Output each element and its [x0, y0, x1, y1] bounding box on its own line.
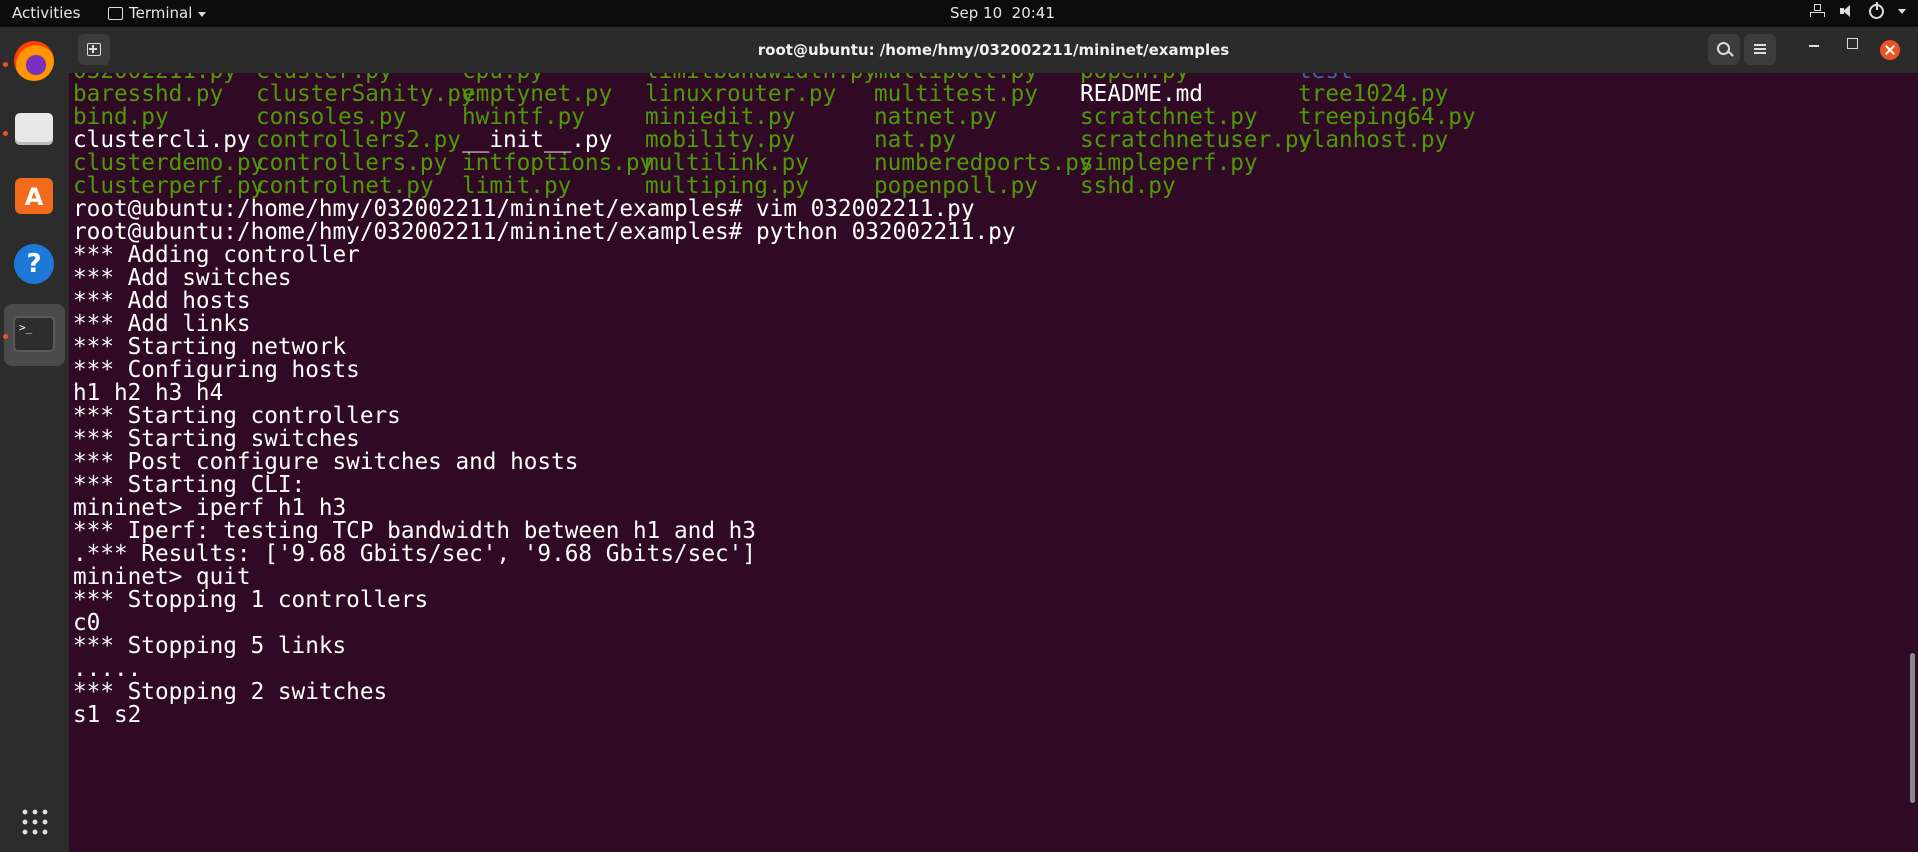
show-applications-button[interactable]	[10, 797, 58, 845]
dock: A ? >_	[0, 27, 69, 852]
running-indicator	[3, 334, 8, 339]
window-header[interactable]: root@ubuntu: /home/hmy/032002211/mininet…	[69, 27, 1918, 73]
dock-terminal[interactable]: >_	[10, 311, 58, 359]
search-icon	[1717, 42, 1730, 55]
firefox-icon	[14, 41, 54, 81]
dock-help[interactable]: ?	[10, 240, 58, 288]
minimize-button[interactable]	[1809, 45, 1819, 47]
new-tab-icon	[87, 43, 101, 56]
network-icon	[1809, 3, 1825, 19]
new-tab-button[interactable]	[78, 34, 110, 65]
chevron-down-icon	[198, 11, 207, 17]
search-button[interactable]	[1708, 34, 1740, 65]
running-indicator	[3, 62, 8, 67]
top-bar: Activities Terminal Sep 10 20:41	[0, 0, 1918, 27]
window-title: root@ubuntu: /home/hmy/032002211/mininet…	[757, 41, 1230, 59]
dock-software[interactable]: A	[10, 172, 58, 220]
running-indicator	[3, 131, 8, 136]
app-menu[interactable]: Terminal	[108, 4, 207, 22]
menu-button[interactable]	[1744, 34, 1776, 65]
system-menu[interactable]	[1809, 2, 1906, 19]
help-icon: ?	[14, 244, 54, 284]
scrollbar[interactable]	[1910, 653, 1915, 803]
activities-button[interactable]: Activities	[12, 4, 80, 22]
terminal-output[interactable]: 032002211.pycluster.pycpu.pylimitbandwid…	[69, 73, 1918, 852]
terminal-icon	[108, 6, 123, 20]
power-icon	[1869, 2, 1884, 19]
dock-files[interactable]	[10, 105, 58, 153]
dock-firefox[interactable]	[10, 37, 58, 85]
chevron-down-icon	[1898, 8, 1906, 14]
files-icon	[15, 113, 53, 145]
volume-icon	[1839, 3, 1855, 19]
file-entry: sshd.py	[1080, 173, 1176, 199]
output-line: s1 s2	[73, 702, 142, 728]
hamburger-icon	[1754, 44, 1766, 46]
terminal-icon: >_	[13, 316, 55, 352]
output-line: *** Stopping 1 controllers	[73, 587, 429, 613]
clock[interactable]: Sep 10 20:41	[950, 4, 1055, 22]
file-entry: vlanhost.py	[1298, 127, 1449, 153]
software-icon: A	[15, 178, 53, 214]
maximize-button[interactable]	[1847, 38, 1858, 49]
app-menu-label: Terminal	[129, 4, 193, 22]
close-button[interactable]	[1880, 40, 1900, 60]
show-apps-icon	[20, 807, 50, 837]
